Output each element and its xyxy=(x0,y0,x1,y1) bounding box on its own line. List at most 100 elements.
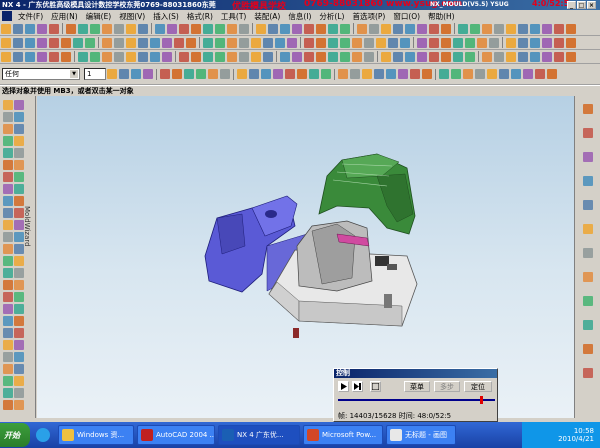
toolbar-tool-icon[interactable] xyxy=(150,51,160,62)
toolbar-tool-icon[interactable] xyxy=(261,69,271,79)
toolbar-tool-icon[interactable] xyxy=(328,37,338,48)
toolbar-tool-icon[interactable] xyxy=(364,37,374,48)
toolbar-tool-icon[interactable] xyxy=(458,23,468,34)
sidebar-tool-icon[interactable] xyxy=(3,400,13,410)
toolbar-tool-icon[interactable] xyxy=(215,51,225,62)
sidebar-tool-icon[interactable] xyxy=(14,340,24,350)
toolbar-tool-icon[interactable] xyxy=(376,37,386,48)
toolbar-tool-icon[interactable] xyxy=(542,23,552,34)
toolbar-tool-icon[interactable] xyxy=(405,23,415,34)
task-autocad[interactable]: AutoCAD 2004 ... xyxy=(137,425,215,445)
toolbar-tool-icon[interactable] xyxy=(506,37,516,48)
menu-item-preferences[interactable]: 首选项(P) xyxy=(348,11,389,22)
toolbar-tool-icon[interactable] xyxy=(90,23,100,34)
sidebar-tool-icon[interactable] xyxy=(14,376,24,386)
sidebar-tool-icon[interactable] xyxy=(14,364,24,374)
toolbar-tool-icon[interactable] xyxy=(263,51,273,62)
toolbar-tool-icon[interactable] xyxy=(494,51,504,62)
sidebar-tool-icon[interactable] xyxy=(14,256,24,266)
toolbar-tool-icon[interactable] xyxy=(554,37,564,48)
menu-item-help[interactable]: 帮助(H) xyxy=(424,11,459,22)
layer-dropdown[interactable]: 1 xyxy=(84,68,106,80)
toolbar-tool-icon[interactable] xyxy=(102,51,112,62)
sidebar-tool-icon[interactable] xyxy=(3,232,13,242)
toolbar-tool-icon[interactable] xyxy=(542,51,552,62)
sidebar-tool-icon[interactable] xyxy=(14,388,24,398)
sidebar-tool-icon[interactable] xyxy=(14,280,24,290)
toolbar-tool-icon[interactable] xyxy=(405,51,415,62)
sidebar-tool-icon[interactable] xyxy=(583,200,593,210)
toolbar-tool-icon[interactable] xyxy=(417,37,427,48)
task-powerpoint[interactable]: Microsoft Pow... xyxy=(303,425,383,445)
toolbar-tool-icon[interactable] xyxy=(273,69,283,79)
toolbar-tool-icon[interactable] xyxy=(107,69,117,79)
toolbar-tool-icon[interactable] xyxy=(465,37,475,48)
toolbar-tool-icon[interactable] xyxy=(191,23,201,34)
toolbar-tool-icon[interactable] xyxy=(237,69,247,79)
sidebar-tool-icon[interactable] xyxy=(3,124,13,134)
toolbar-tool-icon[interactable] xyxy=(463,69,473,79)
menu-item-application[interactable]: 应用(N) xyxy=(47,11,81,22)
sidebar-tool-icon[interactable] xyxy=(3,160,13,170)
toolbar-tool-icon[interactable] xyxy=(203,23,213,34)
toolbar-tool-icon[interactable] xyxy=(357,23,367,34)
sidebar-tool-icon[interactable] xyxy=(3,328,13,338)
sidebar-tool-icon[interactable] xyxy=(14,100,24,110)
sidebar-tool-icon[interactable] xyxy=(3,100,13,110)
sidebar-tool-icon[interactable] xyxy=(3,268,13,278)
toolbar-tool-icon[interactable] xyxy=(494,23,504,34)
sidebar-tool-icon[interactable] xyxy=(14,328,24,338)
sidebar-tool-icon[interactable] xyxy=(3,352,13,362)
sidebar-tool-icon[interactable] xyxy=(583,224,593,234)
toolbar-tool-icon[interactable] xyxy=(13,51,23,62)
toolbar-tool-icon[interactable] xyxy=(362,69,372,79)
toolbar-tool-icon[interactable] xyxy=(25,23,35,34)
sidebar-tool-icon[interactable] xyxy=(14,244,24,254)
toolbar-tool-icon[interactable] xyxy=(316,23,326,34)
toolbar-tool-icon[interactable] xyxy=(482,51,492,62)
start-button[interactable]: 开始 xyxy=(0,423,30,447)
toolbar-tool-icon[interactable] xyxy=(453,37,463,48)
menu-item-format[interactable]: 格式(R) xyxy=(183,11,217,22)
toolbar-tool-icon[interactable] xyxy=(482,23,492,34)
toolbar-tool-icon[interactable] xyxy=(251,37,261,48)
toolbar-tool-icon[interactable] xyxy=(499,69,509,79)
toolbar-tool-icon[interactable] xyxy=(1,51,11,62)
sidebar-tool-icon[interactable] xyxy=(583,104,593,114)
toolbar-tool-icon[interactable] xyxy=(1,37,11,48)
toolbar-tool-icon[interactable] xyxy=(239,23,249,34)
toolbar-tool-icon[interactable] xyxy=(49,37,59,48)
toolbar-tool-icon[interactable] xyxy=(350,69,360,79)
toolbar-tool-icon[interactable] xyxy=(203,51,213,62)
menu-item-tools[interactable]: 工具(T) xyxy=(217,11,250,22)
toolbar-tool-icon[interactable] xyxy=(227,51,237,62)
toolbar-tool-icon[interactable] xyxy=(554,23,564,34)
sidebar-tool-icon[interactable] xyxy=(3,208,13,218)
toolbar-tool-icon[interactable] xyxy=(172,69,182,79)
position-button[interactable]: 定位 xyxy=(464,381,492,392)
sidebar-tool-icon[interactable] xyxy=(14,172,24,182)
toolbar-tool-icon[interactable] xyxy=(263,37,273,48)
toolbar-tool-icon[interactable] xyxy=(114,23,124,34)
toolbar-tool-icon[interactable] xyxy=(239,51,249,62)
toolbar-tool-icon[interactable] xyxy=(321,69,331,79)
toolbar-tool-icon[interactable] xyxy=(523,69,533,79)
toolbar-tool-icon[interactable] xyxy=(249,69,259,79)
toolbar-tool-icon[interactable] xyxy=(352,51,362,62)
toolbar-tool-icon[interactable] xyxy=(388,37,398,48)
toolbar-tool-icon[interactable] xyxy=(386,69,396,79)
menu-item-insert[interactable]: 插入(S) xyxy=(149,11,183,22)
sidebar-tool-icon[interactable] xyxy=(14,124,24,134)
sidebar-tool-icon[interactable] xyxy=(14,220,24,230)
toolbar-tool-icon[interactable] xyxy=(167,23,177,34)
toolbar-tool-icon[interactable] xyxy=(102,23,112,34)
sidebar-tool-icon[interactable] xyxy=(3,280,13,290)
sidebar-tool-icon[interactable] xyxy=(14,148,24,158)
toolbar-tool-icon[interactable] xyxy=(297,69,307,79)
toolbar-tool-icon[interactable] xyxy=(285,69,295,79)
toolbar-tool-icon[interactable] xyxy=(441,37,451,48)
toolbar-tool-icon[interactable] xyxy=(13,37,23,48)
toolbar-tool-icon[interactable] xyxy=(439,69,449,79)
sidebar-tool-icon[interactable] xyxy=(14,352,24,362)
toolbar-tool-icon[interactable] xyxy=(566,23,576,34)
